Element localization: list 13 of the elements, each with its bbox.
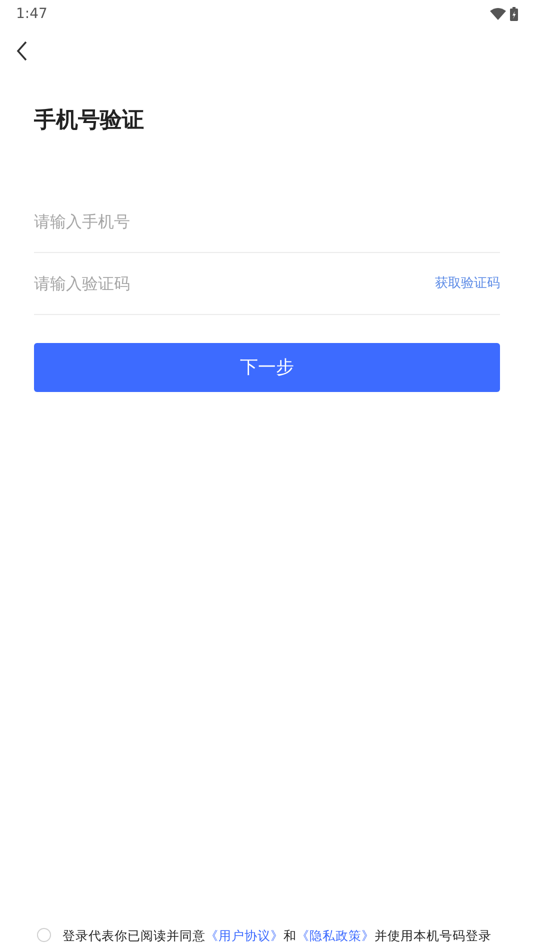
agreement-checkbox[interactable] [37,928,51,942]
code-input-field[interactable]: 请输入验证码 [34,272,435,296]
back-icon [16,41,28,61]
agreement-link[interactable]: 《隐私政策》 [296,928,374,943]
wifi-icon [490,8,506,20]
get-code-link[interactable]: 获取验证码 [435,274,500,294]
phone-input-field[interactable]: 请输入手机号 [34,210,500,234]
next-button[interactable]: 下一步 [34,343,500,392]
battery-icon [510,7,518,21]
agreement-link[interactable]: 《用户协议》 [206,928,284,943]
page-title: 手机号验证 [34,107,145,135]
agreement-text: 登录代表你已阅读并同意《用户协议》和《隐私政策》并使用本机号码登录 [62,927,492,945]
status-time: 1:47 [16,4,48,24]
